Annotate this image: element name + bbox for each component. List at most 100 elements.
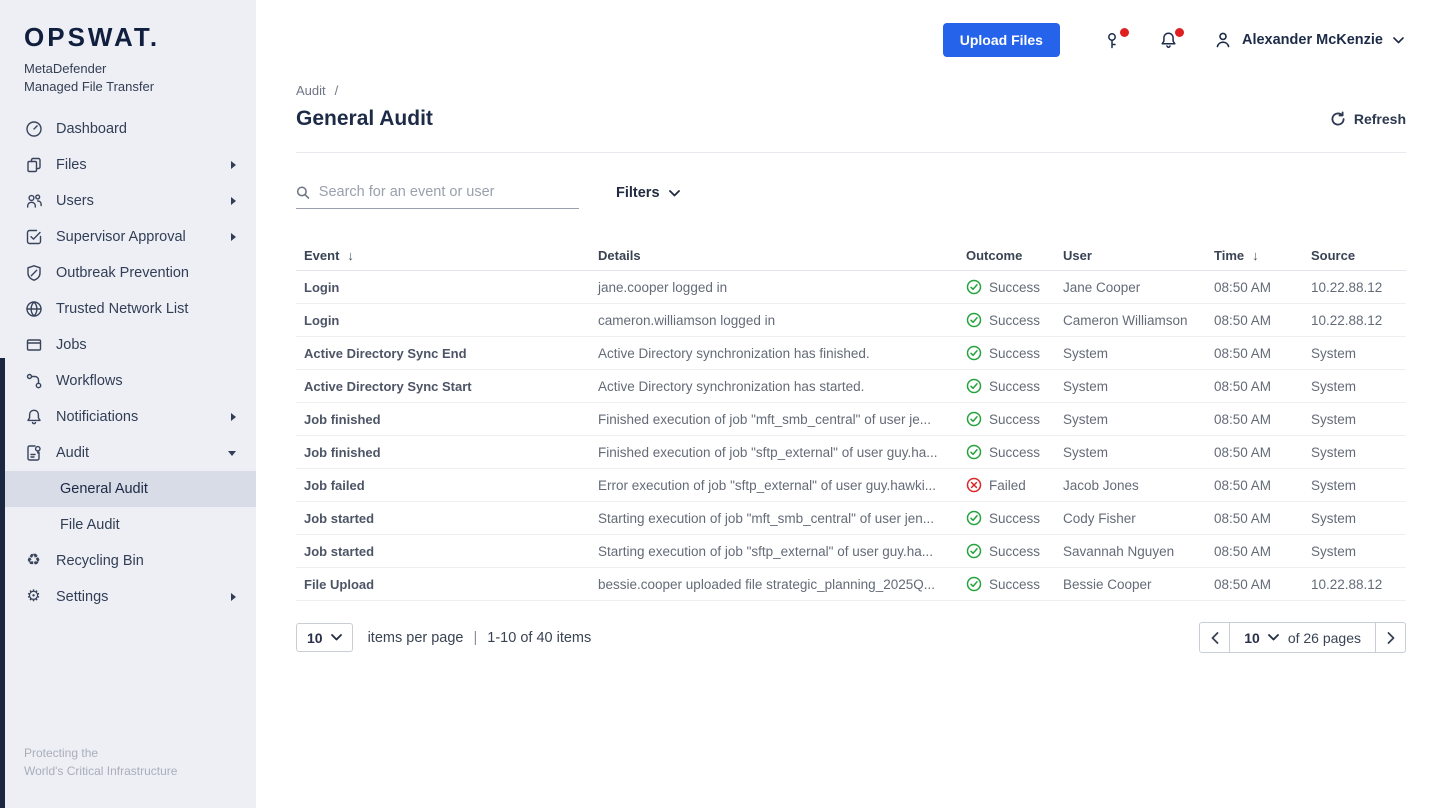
sidebar-item-settings[interactable]: ⚙ Settings	[0, 579, 256, 615]
main-area: Upload Files Alexander McKenzie Audit / …	[256, 0, 1440, 808]
license-key-button[interactable]	[1104, 31, 1123, 50]
source-cell: System	[1303, 544, 1406, 559]
page-number-select[interactable]: 10	[1244, 630, 1279, 646]
gear-icon: ⚙	[24, 588, 43, 607]
users-icon	[24, 192, 43, 211]
column-header-time[interactable]: Time ↓	[1206, 248, 1303, 263]
outcome-label: Success	[989, 544, 1040, 559]
chevron-down-icon	[331, 634, 342, 641]
bell-icon	[24, 408, 43, 427]
sidebar-item-audit[interactable]: Audit	[0, 435, 256, 471]
outcome-cell: Success	[958, 576, 1055, 592]
table-row[interactable]: Job failed Error execution of job "sftp_…	[296, 469, 1406, 502]
filters-dropdown[interactable]: Filters	[616, 185, 680, 209]
table-row[interactable]: File Upload bessie.cooper uploaded file …	[296, 568, 1406, 601]
items-per-page-label: items per page	[368, 630, 464, 646]
outcome-cell: Success	[958, 312, 1055, 328]
previous-page-button[interactable]	[1199, 622, 1230, 653]
breadcrumb: Audit /	[296, 83, 1406, 98]
page-size-select[interactable]: 10	[296, 623, 353, 652]
approval-icon	[24, 228, 43, 247]
user-name: Alexander McKenzie	[1242, 32, 1383, 48]
table-row[interactable]: Active Directory Sync End Active Directo…	[296, 337, 1406, 370]
refresh-icon	[1330, 111, 1346, 127]
table-row[interactable]: Job started Starting execution of job "s…	[296, 535, 1406, 568]
pages-total-label: of 26 pages	[1288, 630, 1361, 646]
source-cell: 10.22.88.12	[1303, 313, 1406, 328]
chevron-down-icon	[669, 190, 680, 197]
globe-icon	[24, 300, 43, 319]
breadcrumb-separator: /	[335, 83, 339, 98]
event-cell: File Upload	[296, 577, 590, 592]
column-header-user: User	[1055, 248, 1206, 263]
event-cell: Job started	[296, 544, 590, 559]
outcome-label: Success	[989, 511, 1040, 526]
chevron-left-icon	[1211, 632, 1219, 644]
sidebar-item-general-audit[interactable]: General Audit	[0, 471, 256, 507]
product-name: MetaDefender Managed File Transfer	[24, 60, 256, 95]
user-cell: Cody Fisher	[1055, 511, 1206, 526]
upload-files-button[interactable]: Upload Files	[943, 23, 1060, 57]
outcome-label: Success	[989, 313, 1040, 328]
notifications-bell-button[interactable]	[1159, 31, 1178, 50]
column-header-event[interactable]: Event ↓	[296, 248, 590, 263]
source-cell: System	[1303, 511, 1406, 526]
table-row[interactable]: Job finished Finished execution of job "…	[296, 436, 1406, 469]
time-cell: 08:50 AM	[1206, 280, 1303, 295]
notification-alert-dot	[1175, 28, 1184, 37]
sidebar-item-files[interactable]: Files	[0, 147, 256, 183]
table-row[interactable]: Login cameron.williamson logged in Succe…	[296, 304, 1406, 337]
license-alert-dot	[1120, 28, 1129, 37]
sidebar-item-workflows[interactable]: Workflows	[0, 363, 256, 399]
table-row[interactable]: Active Directory Sync Start Active Direc…	[296, 370, 1406, 403]
brand-block: OPSWAT. MetaDefender Managed File Transf…	[0, 0, 256, 95]
sort-desc-icon[interactable]: ↓	[1252, 248, 1259, 263]
column-header-source: Source	[1303, 248, 1406, 263]
range-label: 1-10 of 40 items	[487, 630, 591, 646]
recycle-icon: ♻	[24, 552, 43, 571]
sidebar-item-file-audit[interactable]: File Audit	[0, 507, 256, 543]
source-cell: System	[1303, 445, 1406, 460]
user-cell: Jane Cooper	[1055, 280, 1206, 295]
details-cell: Error execution of job "sftp_external" o…	[590, 478, 958, 493]
breadcrumb-audit-link[interactable]: Audit	[296, 83, 326, 98]
source-cell: System	[1303, 412, 1406, 427]
user-cell: Cameron Williamson	[1055, 313, 1206, 328]
outcome-cell: Success	[958, 543, 1055, 559]
time-cell: 08:50 AM	[1206, 346, 1303, 361]
table-row[interactable]: Job finished Finished execution of job "…	[296, 403, 1406, 436]
sidebar-item-trusted-network-list[interactable]: Trusted Network List	[0, 291, 256, 327]
table-row[interactable]: Login jane.cooper logged in Success Jane…	[296, 271, 1406, 304]
shield-icon	[24, 264, 43, 283]
user-cell: Jacob Jones	[1055, 478, 1206, 493]
next-page-button[interactable]	[1375, 622, 1406, 653]
event-cell: Active Directory Sync Start	[296, 379, 590, 394]
details-cell: bessie.cooper uploaded file strategic_pl…	[590, 577, 958, 592]
chevron-right-icon	[231, 233, 236, 241]
chevron-down-icon	[228, 451, 236, 456]
user-menu[interactable]: Alexander McKenzie	[1214, 31, 1404, 49]
sidebar-item-dashboard[interactable]: Dashboard	[0, 111, 256, 147]
search-icon	[296, 185, 310, 200]
page-navigator: 10 of 26 pages	[1199, 622, 1406, 653]
column-header-details: Details	[590, 248, 958, 263]
sidebar-item-recycling-bin[interactable]: ♻ Recycling Bin	[0, 543, 256, 579]
sidebar-item-outbreak-prevention[interactable]: Outbreak Prevention	[0, 255, 256, 291]
refresh-button[interactable]: Refresh	[1330, 111, 1406, 127]
search-input[interactable]	[319, 184, 579, 200]
column-header-outcome: Outcome	[958, 248, 1055, 263]
user-icon	[1214, 31, 1232, 49]
details-cell: Finished execution of job "sftp_external…	[590, 445, 958, 460]
audit-table: Event ↓ Details Outcome User Time ↓ Sour…	[296, 240, 1406, 601]
sidebar-scrollbar-thumb[interactable]	[0, 358, 5, 808]
details-cell: jane.cooper logged in	[590, 280, 958, 295]
sidebar-item-jobs[interactable]: Jobs	[0, 327, 256, 363]
sidebar-item-users[interactable]: Users	[0, 183, 256, 219]
source-cell: System	[1303, 379, 1406, 394]
sidebar-item-notifications[interactable]: Notificiations	[0, 399, 256, 435]
table-toolbar: Filters	[296, 184, 1406, 209]
event-cell: Login	[296, 313, 590, 328]
sidebar-item-supervisor-approval[interactable]: Supervisor Approval	[0, 219, 256, 255]
sort-desc-icon[interactable]: ↓	[347, 248, 354, 263]
table-row[interactable]: Job started Starting execution of job "m…	[296, 502, 1406, 535]
